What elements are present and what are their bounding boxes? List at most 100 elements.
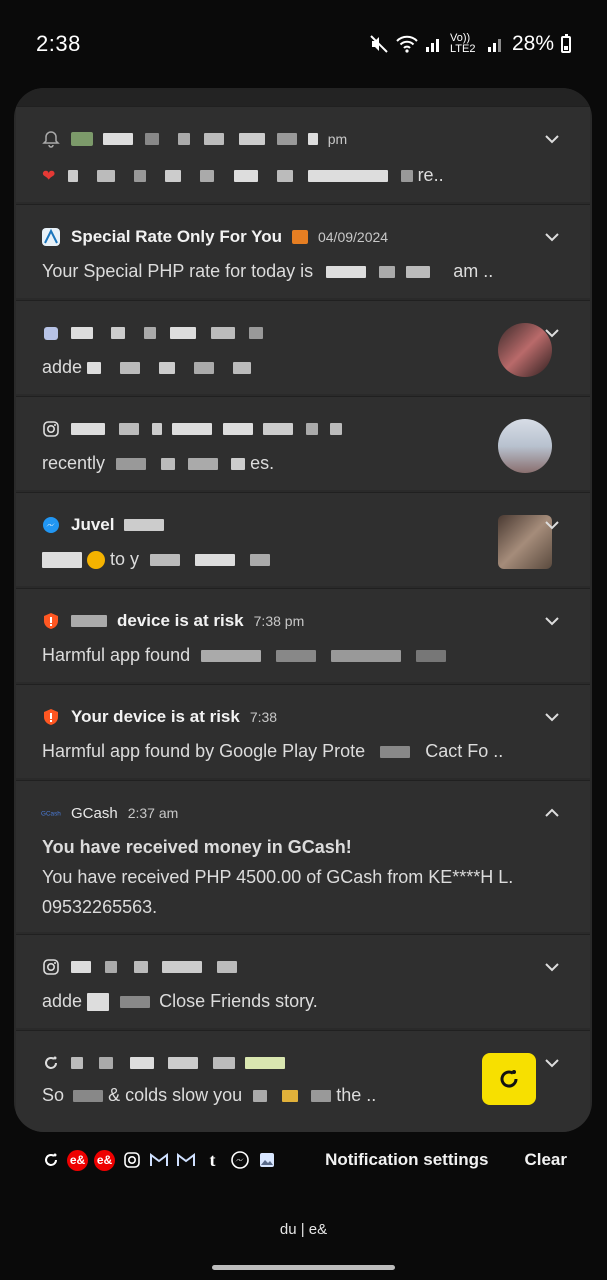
refresh-app-icon xyxy=(41,1053,61,1073)
home-indicator[interactable] xyxy=(212,1265,395,1270)
chevron-down-icon[interactable] xyxy=(542,957,562,977)
gmail-icon[interactable] xyxy=(175,1150,196,1171)
notification-time: 7:38 xyxy=(249,709,278,725)
instagram-icon xyxy=(41,957,61,977)
notification-title: device is at risk xyxy=(117,611,244,630)
redacted-text xyxy=(71,1054,286,1072)
notification-body-suffix: the .. xyxy=(336,1085,377,1105)
notification-header: device is at risk 7:38 pm xyxy=(41,609,304,633)
notification-settings-button[interactable]: Notification settings xyxy=(325,1150,488,1170)
gift-emoji-icon xyxy=(291,230,308,244)
battery-percent: 28% xyxy=(511,32,554,55)
app-thumbnail xyxy=(482,1053,536,1105)
notification-card[interactable]: So & colds slow you the .. xyxy=(16,1030,590,1132)
notification-card[interactable]: recently es. xyxy=(16,396,590,490)
notification-body: ❤ re.. xyxy=(42,165,444,186)
chevron-down-icon[interactable] xyxy=(542,129,562,149)
gmail-icon[interactable] xyxy=(148,1150,169,1171)
airline-icon xyxy=(41,227,61,247)
notification-body-mid: & colds slow you xyxy=(108,1085,243,1105)
mute-icon xyxy=(370,35,388,53)
chevron-down-icon[interactable] xyxy=(542,227,562,247)
notification-body-prefix: adde xyxy=(42,357,83,377)
redacted-text xyxy=(103,130,318,148)
notification-card[interactable]: Special Rate Only For You 04/09/2024 You… xyxy=(16,204,590,298)
chevron-down-icon[interactable] xyxy=(542,707,562,727)
notification-body: adde xyxy=(42,357,252,378)
chevron-down-icon[interactable] xyxy=(542,1053,562,1073)
clear-button[interactable]: Clear xyxy=(524,1150,567,1170)
notification-title: You have received money in GCash! xyxy=(42,837,352,857)
tumblr-icon[interactable]: t xyxy=(202,1150,223,1171)
instagram-icon[interactable] xyxy=(121,1150,142,1171)
notification-header xyxy=(41,321,264,345)
notification-body-suffix: Close Friends story. xyxy=(159,991,318,1011)
e-and-icon[interactable]: e& xyxy=(67,1149,88,1171)
messenger-icon[interactable] xyxy=(229,1150,250,1171)
status-icons: Vo)) LTE2 28% xyxy=(369,32,571,56)
notification-header: Special Rate Only For You 04/09/2024 xyxy=(41,225,388,249)
notification-body: to y xyxy=(42,549,271,570)
notification-footer: e& e& t Notification settings Clear xyxy=(0,1138,607,1182)
notification-header: Your device is at risk 7:38 xyxy=(41,705,277,729)
notification-body-prefix: So xyxy=(42,1085,65,1105)
wifi-icon xyxy=(396,35,418,53)
chevron-down-icon[interactable] xyxy=(542,515,562,535)
notification-card[interactable]: Juvel to y xyxy=(16,492,590,586)
notification-card[interactable]: Your device is at risk 7:38 Harmful app … xyxy=(16,684,590,778)
signal-icon xyxy=(425,39,439,52)
panel-top-strip xyxy=(14,88,592,106)
notification-header xyxy=(41,1051,286,1075)
app-icon xyxy=(41,323,61,343)
notification-title: Special Rate Only For You xyxy=(71,227,282,246)
clock: 2:38 xyxy=(36,31,81,56)
smile-emoji-icon xyxy=(87,551,106,570)
notification-body-prefix: recently xyxy=(42,453,106,473)
svg-text:GCash: GCash xyxy=(41,811,61,818)
notification-card[interactable]: pm ❤ re.. xyxy=(16,106,590,202)
signal-icon-2 xyxy=(487,39,501,52)
notification-body-prefix: Harmful app found by Google Play Prote xyxy=(42,741,366,761)
gallery-icon[interactable] xyxy=(256,1150,277,1171)
refresh-app-icon[interactable] xyxy=(40,1150,61,1171)
redacted-text xyxy=(71,615,107,627)
notification-header xyxy=(41,417,343,441)
chevron-up-icon[interactable] xyxy=(542,803,562,823)
battery-icon xyxy=(561,33,571,53)
notification-body: Harmful app found by Google Play Prote C… xyxy=(42,741,503,762)
chevron-down-icon[interactable] xyxy=(542,611,562,631)
notification-card[interactable]: device is at risk 7:38 pm Harmful app fo… xyxy=(16,588,590,682)
notification-body-prefix: Your Special PHP rate for today is xyxy=(42,261,314,281)
notification-body-suffix: Cact Fo .. xyxy=(425,741,504,761)
notification-body-prefix: Harmful app found xyxy=(42,645,191,665)
status-bar: 2:38 Vo)) LTE2 28% xyxy=(0,0,607,88)
notification-header: Juvel xyxy=(41,513,165,537)
notification-body-suffix: re.. xyxy=(417,165,444,185)
heart-emoji-icon: ❤ xyxy=(42,168,56,185)
avatar xyxy=(498,419,552,473)
notification-header: GCash GCash 2:37 am xyxy=(41,801,178,825)
redacted-text xyxy=(124,519,165,531)
notification-header xyxy=(41,955,237,979)
notification-body-line1: You have received PHP 4500.00 of GCash f… xyxy=(42,867,514,887)
notification-card[interactable]: adde xyxy=(16,300,590,394)
notification-card-gcash[interactable]: GCash GCash 2:37 am You have received mo… xyxy=(16,780,590,932)
notification-time: 04/09/2024 xyxy=(317,229,389,245)
notification-body-suffix: es. xyxy=(250,453,275,473)
app-name: GCash xyxy=(71,804,118,822)
shield-icon xyxy=(41,707,61,727)
notification-body: adde Close Friends story. xyxy=(42,991,318,1012)
notification-body-prefix: adde xyxy=(42,991,83,1011)
notification-card[interactable]: adde Close Friends story. xyxy=(16,934,590,1028)
notification-title: Juvel xyxy=(71,515,115,534)
notification-body: Harmful app found xyxy=(42,645,447,666)
redacted-text xyxy=(71,324,264,342)
money-emoji-icon xyxy=(71,132,93,146)
notification-body-suffix: am .. xyxy=(453,261,494,281)
notification-body: So & colds slow you the .. xyxy=(42,1085,376,1106)
notification-title: Your device is at risk xyxy=(71,707,240,726)
notification-time: 7:38 pm xyxy=(253,613,305,629)
e-and-icon[interactable]: e& xyxy=(94,1149,115,1171)
carrier-label: du | e& xyxy=(279,1221,328,1238)
chevron-down-icon[interactable] xyxy=(542,323,562,343)
